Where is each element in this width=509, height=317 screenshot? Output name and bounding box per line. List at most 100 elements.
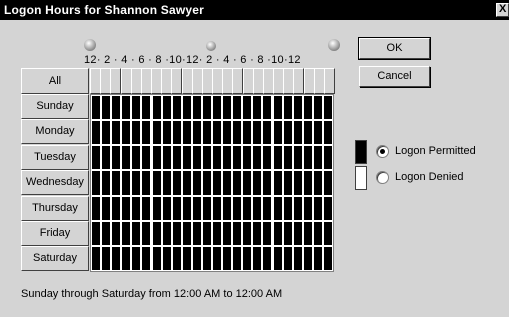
hour-column-header[interactable]	[323, 68, 335, 94]
hour-cell[interactable]	[142, 246, 151, 270]
hour-cell[interactable]	[293, 121, 302, 145]
hour-cell[interactable]	[243, 96, 252, 120]
logon-permitted-radio[interactable]	[376, 145, 389, 158]
hour-cell[interactable]	[323, 196, 332, 220]
hour-cell[interactable]	[283, 121, 292, 145]
hour-cell[interactable]	[323, 246, 332, 270]
hour-cell[interactable]	[162, 121, 171, 145]
hour-cell[interactable]	[122, 221, 131, 245]
hour-cell[interactable]	[142, 96, 151, 120]
hour-cell[interactable]	[213, 121, 222, 145]
hour-cell[interactable]	[313, 221, 322, 245]
hour-cell[interactable]	[273, 96, 282, 120]
hour-cell[interactable]	[283, 146, 292, 170]
hour-cell[interactable]	[172, 121, 181, 145]
hour-cell[interactable]	[263, 246, 272, 270]
hour-cell[interactable]	[152, 221, 161, 245]
hour-cell[interactable]	[223, 96, 232, 120]
hour-cell[interactable]	[92, 196, 101, 220]
hour-cell[interactable]	[293, 171, 302, 195]
hour-cell[interactable]	[162, 221, 171, 245]
hour-cell[interactable]	[192, 196, 201, 220]
hour-cell[interactable]	[172, 221, 181, 245]
hour-cell[interactable]	[192, 221, 201, 245]
hour-cell[interactable]	[142, 221, 151, 245]
hour-cell[interactable]	[293, 196, 302, 220]
hour-cell[interactable]	[263, 171, 272, 195]
hour-cell[interactable]	[313, 121, 322, 145]
hour-cell[interactable]	[253, 146, 262, 170]
hour-cell[interactable]	[192, 171, 201, 195]
hour-cell[interactable]	[303, 96, 312, 120]
hour-cell[interactable]	[112, 121, 121, 145]
hour-cell[interactable]	[283, 196, 292, 220]
hour-cell[interactable]	[202, 246, 211, 270]
hour-cell[interactable]	[92, 146, 101, 170]
hour-cell[interactable]	[233, 146, 242, 170]
hour-cell[interactable]	[303, 221, 312, 245]
hour-cell[interactable]	[313, 146, 322, 170]
hour-cell[interactable]	[162, 246, 171, 270]
hour-cell[interactable]	[102, 246, 111, 270]
hour-cell[interactable]	[172, 96, 181, 120]
hour-cell[interactable]	[182, 196, 191, 220]
hour-cell[interactable]	[323, 121, 332, 145]
hour-cell[interactable]	[243, 171, 252, 195]
day-row-button-thursday[interactable]: Thursday	[21, 195, 89, 221]
hour-cell[interactable]	[102, 196, 111, 220]
logon-hours-grid[interactable]	[90, 94, 334, 272]
hour-cell[interactable]	[92, 171, 101, 195]
logon-denied-radio[interactable]	[376, 171, 389, 184]
hour-cell[interactable]	[233, 121, 242, 145]
hour-cell[interactable]	[172, 246, 181, 270]
hour-cell[interactable]	[243, 246, 252, 270]
hour-cell[interactable]	[112, 146, 121, 170]
hour-cell[interactable]	[122, 121, 131, 145]
select-all-button[interactable]: All	[21, 68, 89, 94]
hour-cell[interactable]	[303, 146, 312, 170]
hour-cell[interactable]	[112, 171, 121, 195]
hour-cell[interactable]	[102, 121, 111, 145]
hour-cell[interactable]	[223, 196, 232, 220]
hour-cell[interactable]	[263, 196, 272, 220]
hour-cell[interactable]	[152, 171, 161, 195]
hour-cell[interactable]	[112, 221, 121, 245]
hour-cell[interactable]	[122, 146, 131, 170]
hour-cell[interactable]	[313, 246, 322, 270]
hour-cell[interactable]	[253, 96, 262, 120]
hour-cell[interactable]	[293, 96, 302, 120]
hour-cell[interactable]	[172, 171, 181, 195]
hour-cell[interactable]	[122, 196, 131, 220]
hour-cell[interactable]	[303, 196, 312, 220]
hour-cell[interactable]	[162, 171, 171, 195]
hour-cell[interactable]	[293, 146, 302, 170]
hour-cell[interactable]	[263, 121, 272, 145]
hour-cell[interactable]	[102, 146, 111, 170]
hour-cell[interactable]	[92, 96, 101, 120]
cancel-button[interactable]: Cancel	[359, 66, 430, 87]
hour-cell[interactable]	[263, 96, 272, 120]
hour-cell[interactable]	[263, 146, 272, 170]
hour-cell[interactable]	[273, 221, 282, 245]
hour-cell[interactable]	[202, 121, 211, 145]
hour-cell[interactable]	[213, 196, 222, 220]
hour-cell[interactable]	[92, 221, 101, 245]
hour-cell[interactable]	[303, 171, 312, 195]
hour-cell[interactable]	[102, 171, 111, 195]
hour-cell[interactable]	[233, 246, 242, 270]
day-row-button-sunday[interactable]: Sunday	[21, 94, 89, 119]
hour-cell[interactable]	[122, 171, 131, 195]
hour-cell[interactable]	[132, 96, 141, 120]
hour-cell[interactable]	[253, 196, 262, 220]
hour-cell[interactable]	[102, 96, 111, 120]
hour-cell[interactable]	[152, 246, 161, 270]
hour-cell[interactable]	[132, 221, 141, 245]
hour-cell[interactable]	[202, 96, 211, 120]
hour-cell[interactable]	[92, 121, 101, 145]
hour-cell[interactable]	[273, 246, 282, 270]
hour-cell[interactable]	[152, 196, 161, 220]
hour-cell[interactable]	[192, 96, 201, 120]
hour-cell[interactable]	[92, 246, 101, 270]
hour-cell[interactable]	[132, 171, 141, 195]
hour-cell[interactable]	[182, 246, 191, 270]
